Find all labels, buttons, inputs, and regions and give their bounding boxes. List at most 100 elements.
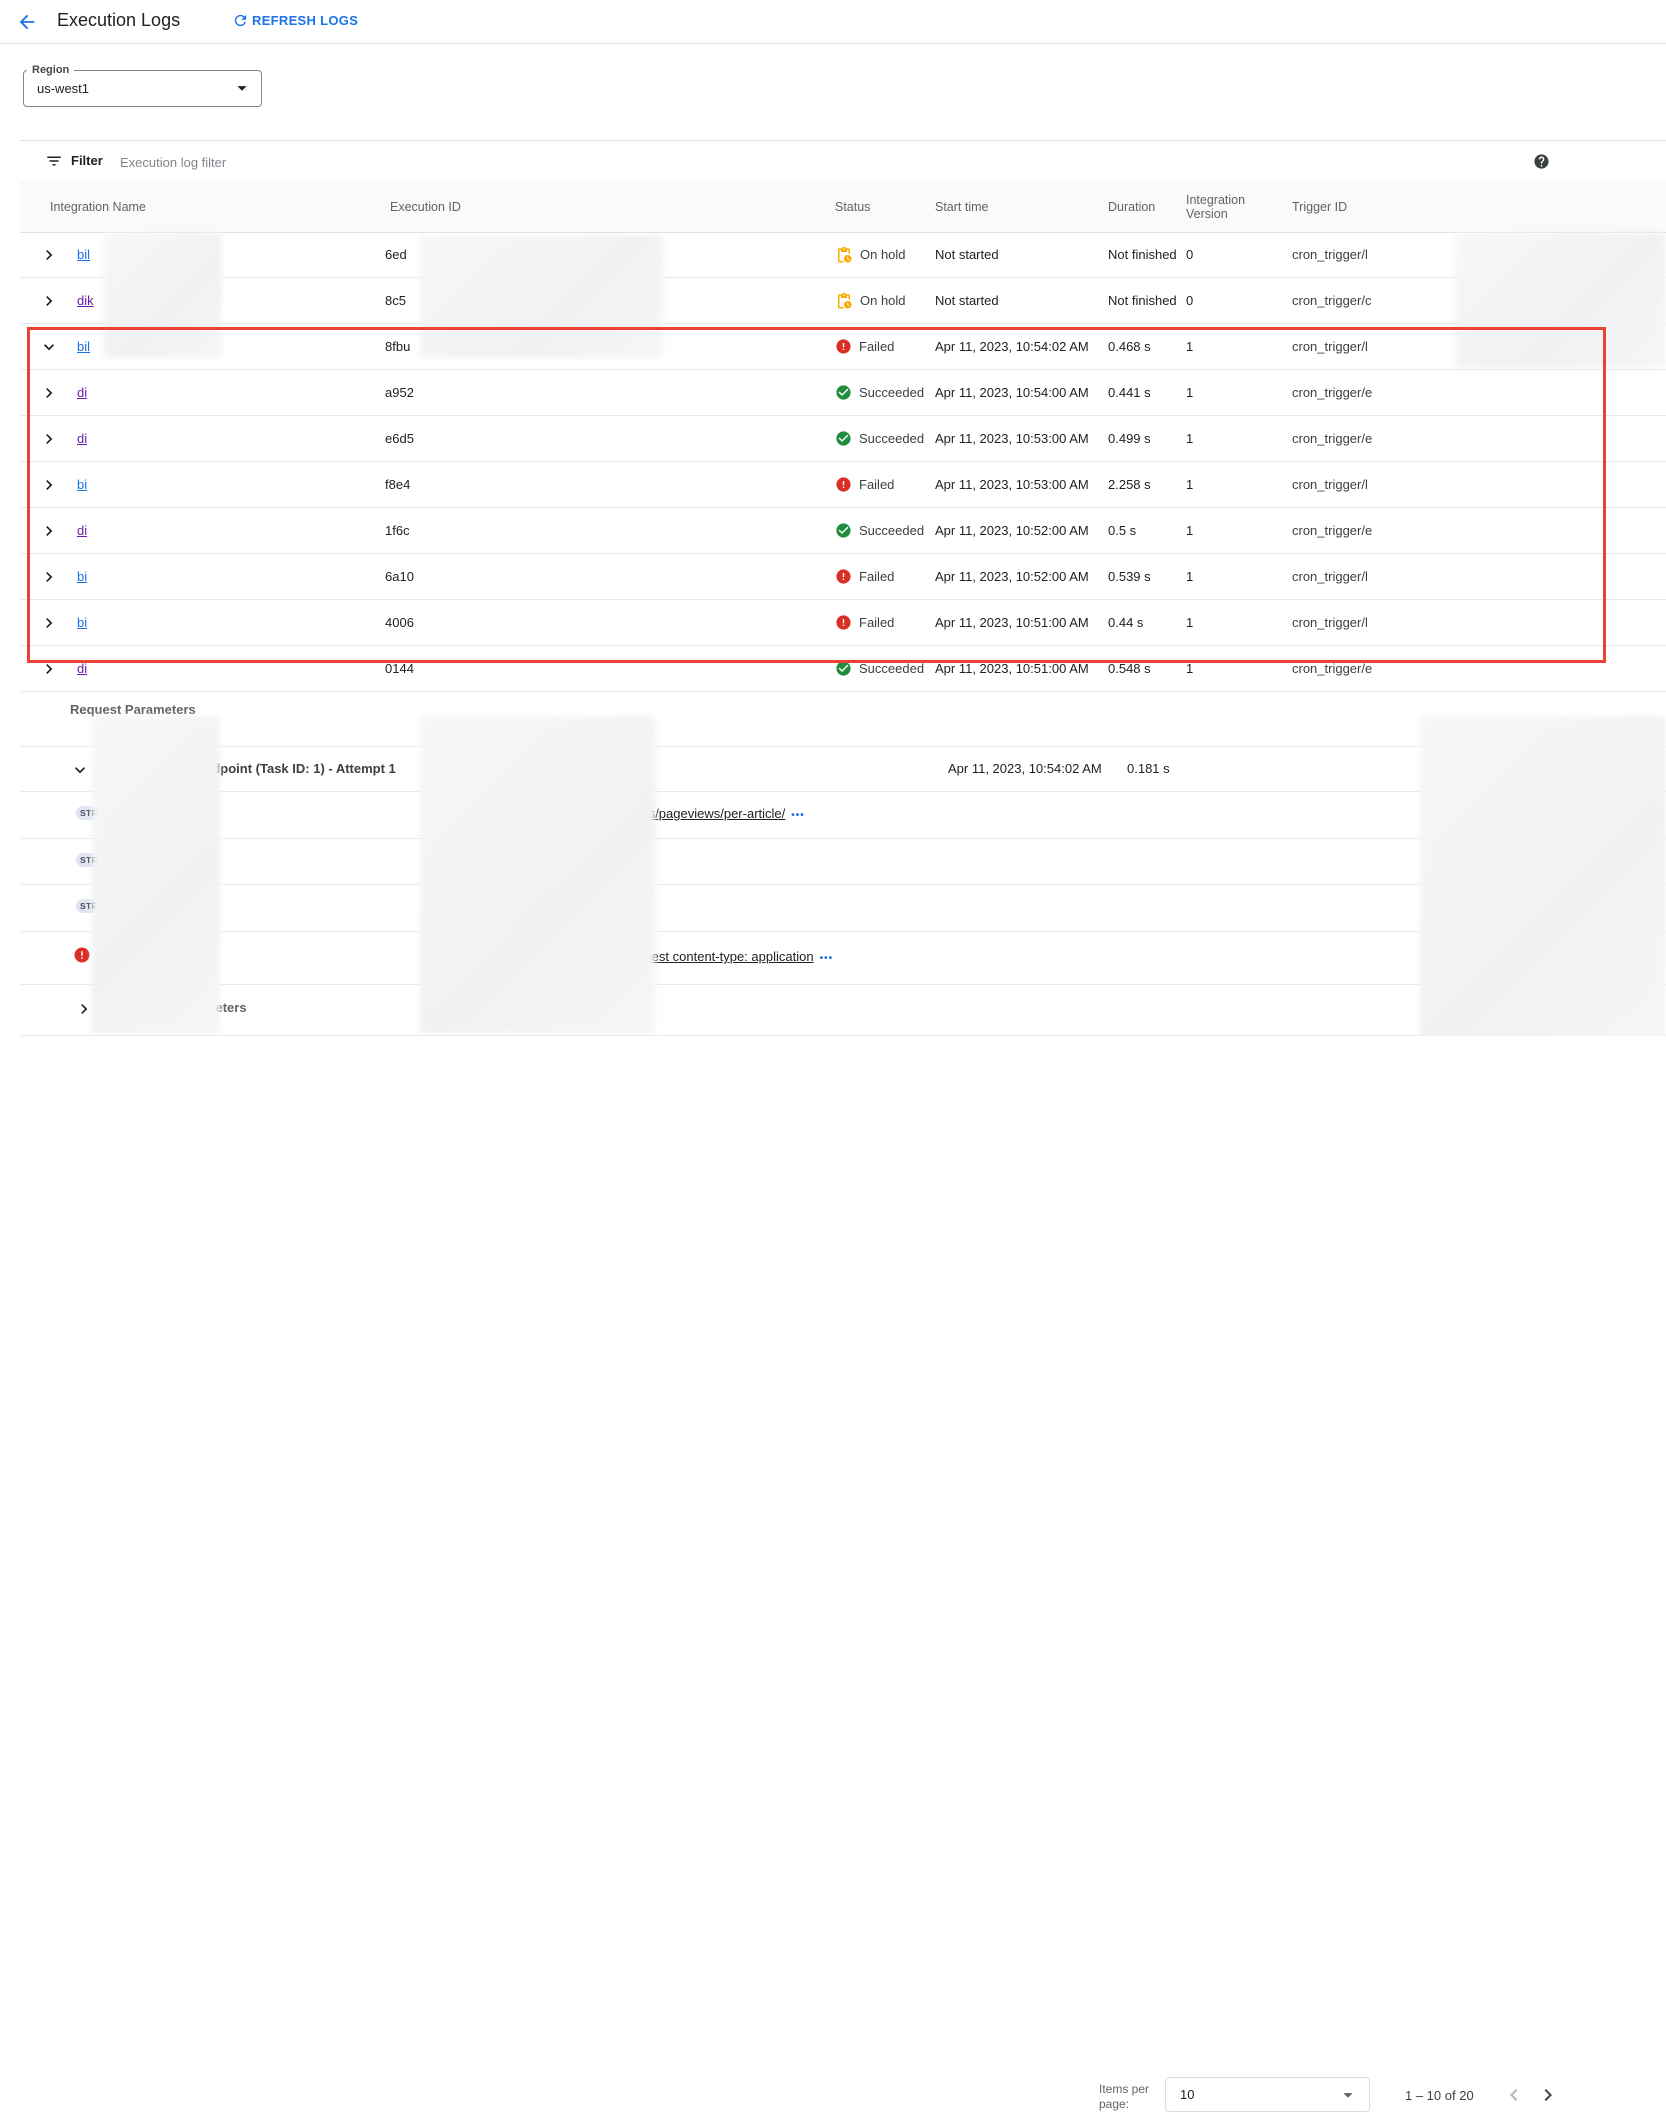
filter-label: Filter (71, 153, 103, 168)
status-succeeded-icon (835, 430, 852, 447)
status-cell: Failed (830, 476, 930, 493)
row-container (20, 475, 77, 495)
integration-version-cell: 1 (1181, 615, 1287, 630)
status-label: Succeeded (859, 523, 924, 538)
integration-name-link[interactable]: bi (77, 615, 87, 630)
integration-name-cell: bi (77, 477, 385, 492)
integration-name-link[interactable]: bi (77, 569, 87, 584)
integration-name-link[interactable]: bi (77, 477, 87, 492)
integration-version-cell: 1 (1181, 385, 1287, 400)
items-per-page-label: Items per page: (1099, 2082, 1157, 2112)
row-expand-chevron-icon[interactable] (39, 613, 59, 633)
row-expand-chevron-icon[interactable] (39, 659, 59, 679)
execution-log-row: di1f6cSucceededApr 11, 2023, 10:52:00 AM… (20, 508, 1666, 554)
response-parameters-row[interactable]: Response Parameters (20, 985, 1666, 1036)
execution-id-cell: f8e4 (385, 477, 830, 492)
expand-value-button[interactable]: ••• (791, 810, 805, 821)
parameter-row-commonerrorcode: STR CommonErrorCode HTTP_EXCEPTION (20, 839, 1666, 885)
row-collapse-chevron-icon[interactable] (39, 337, 59, 357)
execution-log-filter-input[interactable] (118, 147, 1422, 177)
row-container (20, 659, 77, 679)
region-dropdown-caret-icon (231, 77, 253, 104)
status-succeeded-icon (835, 384, 852, 401)
previous-page-chevron-icon[interactable] (1502, 2083, 1526, 2107)
duration-cell: 2.258 s (1103, 477, 1181, 492)
integration-name-link[interactable]: dik (77, 293, 94, 308)
col-header-start-time: Start time (930, 200, 1103, 214)
col-header-integration-version: Integration Version (1181, 193, 1287, 221)
refresh-logs-button[interactable]: REFRESH LOGS (232, 12, 358, 29)
pagination-footer: Items per page: 10 1 – 10 of 20 (0, 1036, 1666, 1105)
status-cell: Succeeded (830, 384, 930, 401)
status-onhold-icon (835, 292, 853, 310)
row-expand-chevron-icon[interactable] (39, 245, 59, 265)
items-per-page-value: 10 (1180, 2087, 1194, 2102)
status-cell: Failed (830, 614, 930, 631)
next-page-chevron-icon[interactable] (1536, 2083, 1560, 2107)
response-expand-chevron-icon[interactable] (74, 999, 94, 1019)
row-expand-chevron-icon[interactable] (39, 429, 59, 449)
integration-version-cell: 0 (1181, 247, 1287, 262)
task-collapse-chevron-icon[interactable] (70, 760, 90, 780)
parameter-name: restUrl (103, 806, 141, 821)
duration-cell: Not finished (1103, 293, 1181, 308)
integration-name-link[interactable]: di (77, 431, 87, 446)
row-expand-chevron-icon[interactable] (39, 567, 59, 587)
string-type-badge: STR (76, 806, 102, 820)
app-header: Execution Logs REFRESH LOGS (0, 0, 1666, 44)
integration-name-link[interactable]: di (77, 385, 87, 400)
integration-name-cell: bil (77, 247, 385, 262)
status-label: On hold (860, 247, 906, 262)
task-status: Failed (447, 761, 482, 776)
execution-log-row: bi6a10FailedApr 11, 2023, 10:52:00 AM0.5… (20, 554, 1666, 600)
expand-value-button[interactable]: ••• (820, 953, 834, 964)
execution-id-cell: e6d5 (385, 431, 830, 446)
filter-bar: Filter (20, 140, 1666, 182)
status-label: Failed (859, 339, 894, 354)
integration-name-link[interactable]: bil (77, 339, 90, 354)
execution-log-row: bil6edOn holdNot startedNot finished0cro… (20, 232, 1666, 278)
error-message-value[interactable]: 'HTTP Response Errors: 400 Bad Request c… (424, 949, 833, 964)
parameter-value-link[interactable]: https://wikimedia.org/api/rest_v1/metric… (424, 806, 805, 821)
execution-log-row: bif8e4FailedApr 11, 2023, 10:53:00 AM2.2… (20, 462, 1666, 508)
items-per-page-select[interactable]: 10 (1165, 2077, 1370, 2112)
start-time-cell: Apr 11, 2023, 10:51:00 AM (930, 661, 1103, 676)
table-header-row: Integration Name Execution ID Status Sta… (20, 181, 1666, 233)
status-failed-icon (835, 614, 852, 631)
col-header-status: Status (830, 200, 930, 214)
help-icon[interactable] (1533, 153, 1550, 175)
row-expand-chevron-icon[interactable] (39, 521, 59, 541)
pagination-range-label: 1 – 10 of 20 (1405, 2088, 1474, 2103)
integration-name-link[interactable]: di (77, 661, 87, 676)
start-time-cell: Not started (930, 247, 1103, 262)
parameter-name: ErrorMessage (103, 949, 185, 964)
row-container (20, 521, 77, 541)
start-time-cell: Apr 11, 2023, 10:54:02 AM (930, 339, 1103, 354)
status-cell: Succeeded (830, 522, 930, 539)
execution-id-cell: 8fbu (385, 339, 830, 354)
table-body: bil6edOn holdNot startedNot finished0cro… (20, 232, 1666, 1036)
task-start-time: Apr 11, 2023, 10:54:02 AM (948, 761, 1102, 776)
row-expand-chevron-icon[interactable] (39, 383, 59, 403)
trigger-id-cell: cron_trigger/e (1287, 661, 1666, 676)
col-header-duration: Duration (1103, 200, 1181, 214)
start-time-cell: Apr 11, 2023, 10:51:00 AM (930, 615, 1103, 630)
row-container (20, 245, 77, 265)
start-time-cell: Apr 11, 2023, 10:54:00 AM (930, 385, 1103, 400)
request-parameters-label: Request Parameters (70, 702, 196, 717)
back-arrow-icon[interactable] (16, 11, 38, 33)
row-expand-chevron-icon[interactable] (39, 475, 59, 495)
rest-task-badge: REST (97, 762, 128, 774)
integration-name-link[interactable]: di (77, 523, 87, 538)
string-type-badge: STR (76, 899, 102, 913)
integration-name-cell: bil (77, 339, 385, 354)
execution-id-cell: 8c5 (385, 293, 830, 308)
duration-cell: 0.468 s (1103, 339, 1181, 354)
parameter-name: CommonErrorCode (103, 853, 216, 868)
refresh-icon (232, 12, 249, 29)
status-failed-icon (425, 761, 442, 781)
refresh-logs-label: REFRESH LOGS (252, 13, 358, 28)
row-expand-chevron-icon[interactable] (39, 291, 59, 311)
integration-name-link[interactable]: bil (77, 247, 90, 262)
parameter-row-resturl: STR restUrl https://wikimedia.org/api/re… (20, 792, 1666, 839)
